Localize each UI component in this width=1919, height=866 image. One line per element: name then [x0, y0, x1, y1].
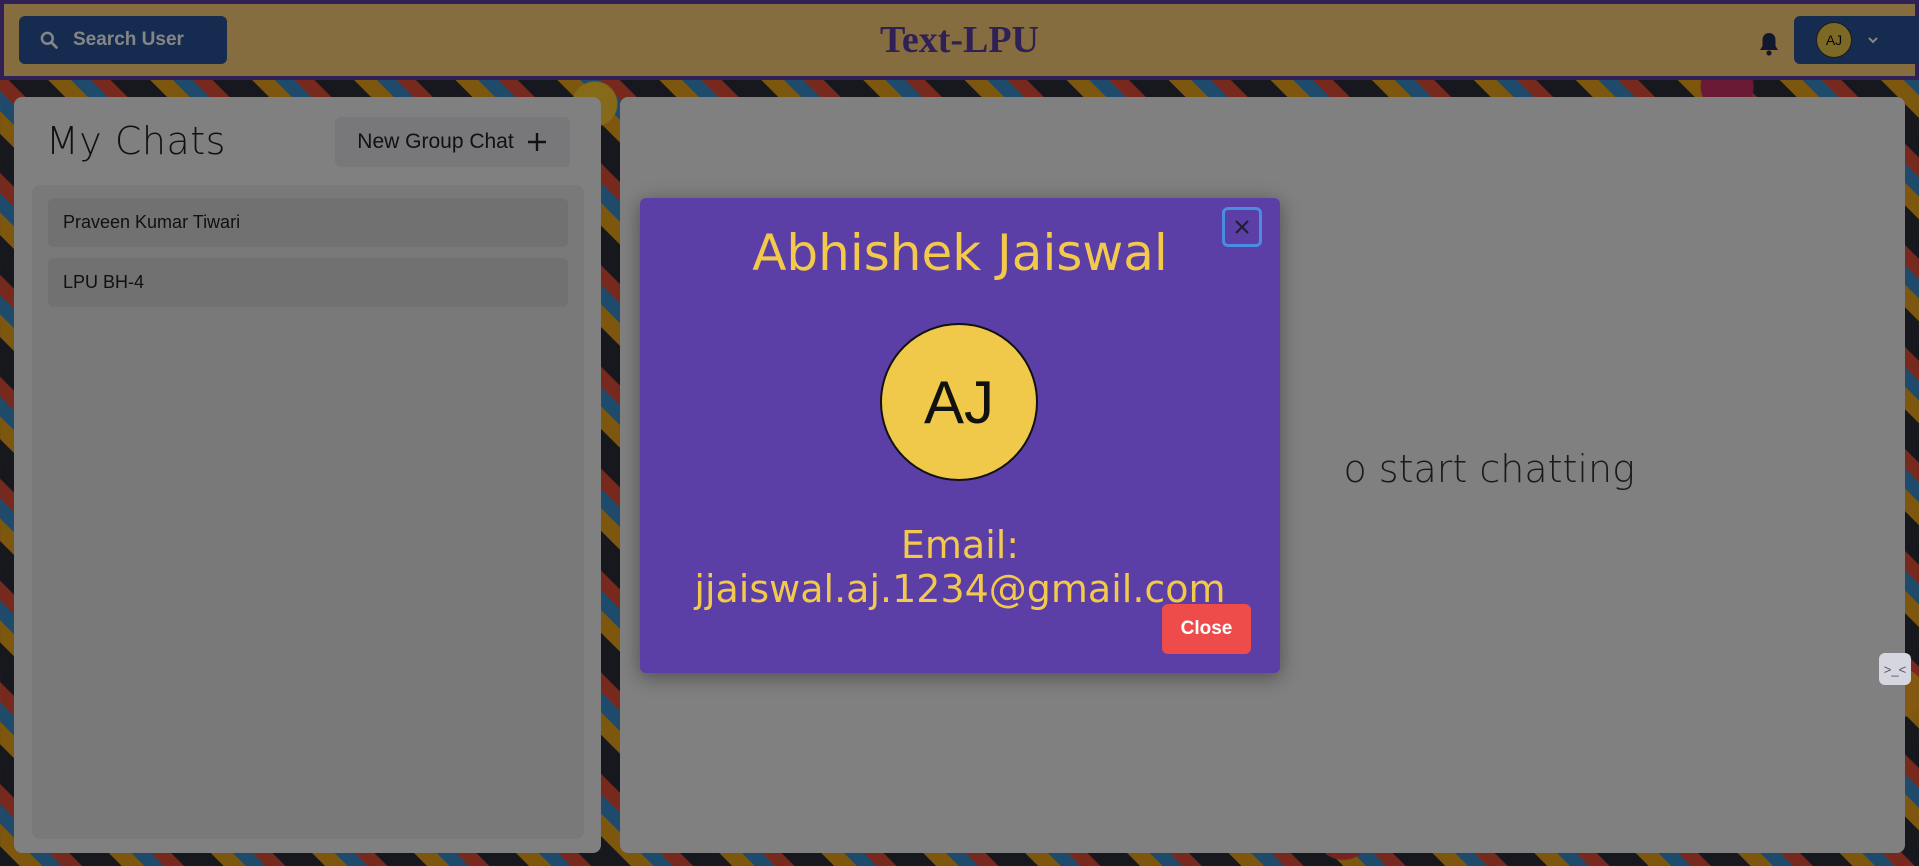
modal-avatar: AJ — [880, 323, 1038, 481]
devtools-toggle-icon[interactable]: >_< — [1879, 653, 1911, 685]
profile-modal: Abhishek Jaiswal AJ Email: jjaiswal.aj.1… — [640, 198, 1280, 673]
modal-user-name: Abhishek Jaiswal — [752, 224, 1168, 282]
modal-email: Email: jjaiswal.aj.1234@gmail.com — [694, 523, 1226, 611]
modal-close-x-button[interactable] — [1222, 207, 1262, 247]
close-icon — [1235, 220, 1249, 234]
close-button[interactable]: Close — [1162, 604, 1251, 654]
